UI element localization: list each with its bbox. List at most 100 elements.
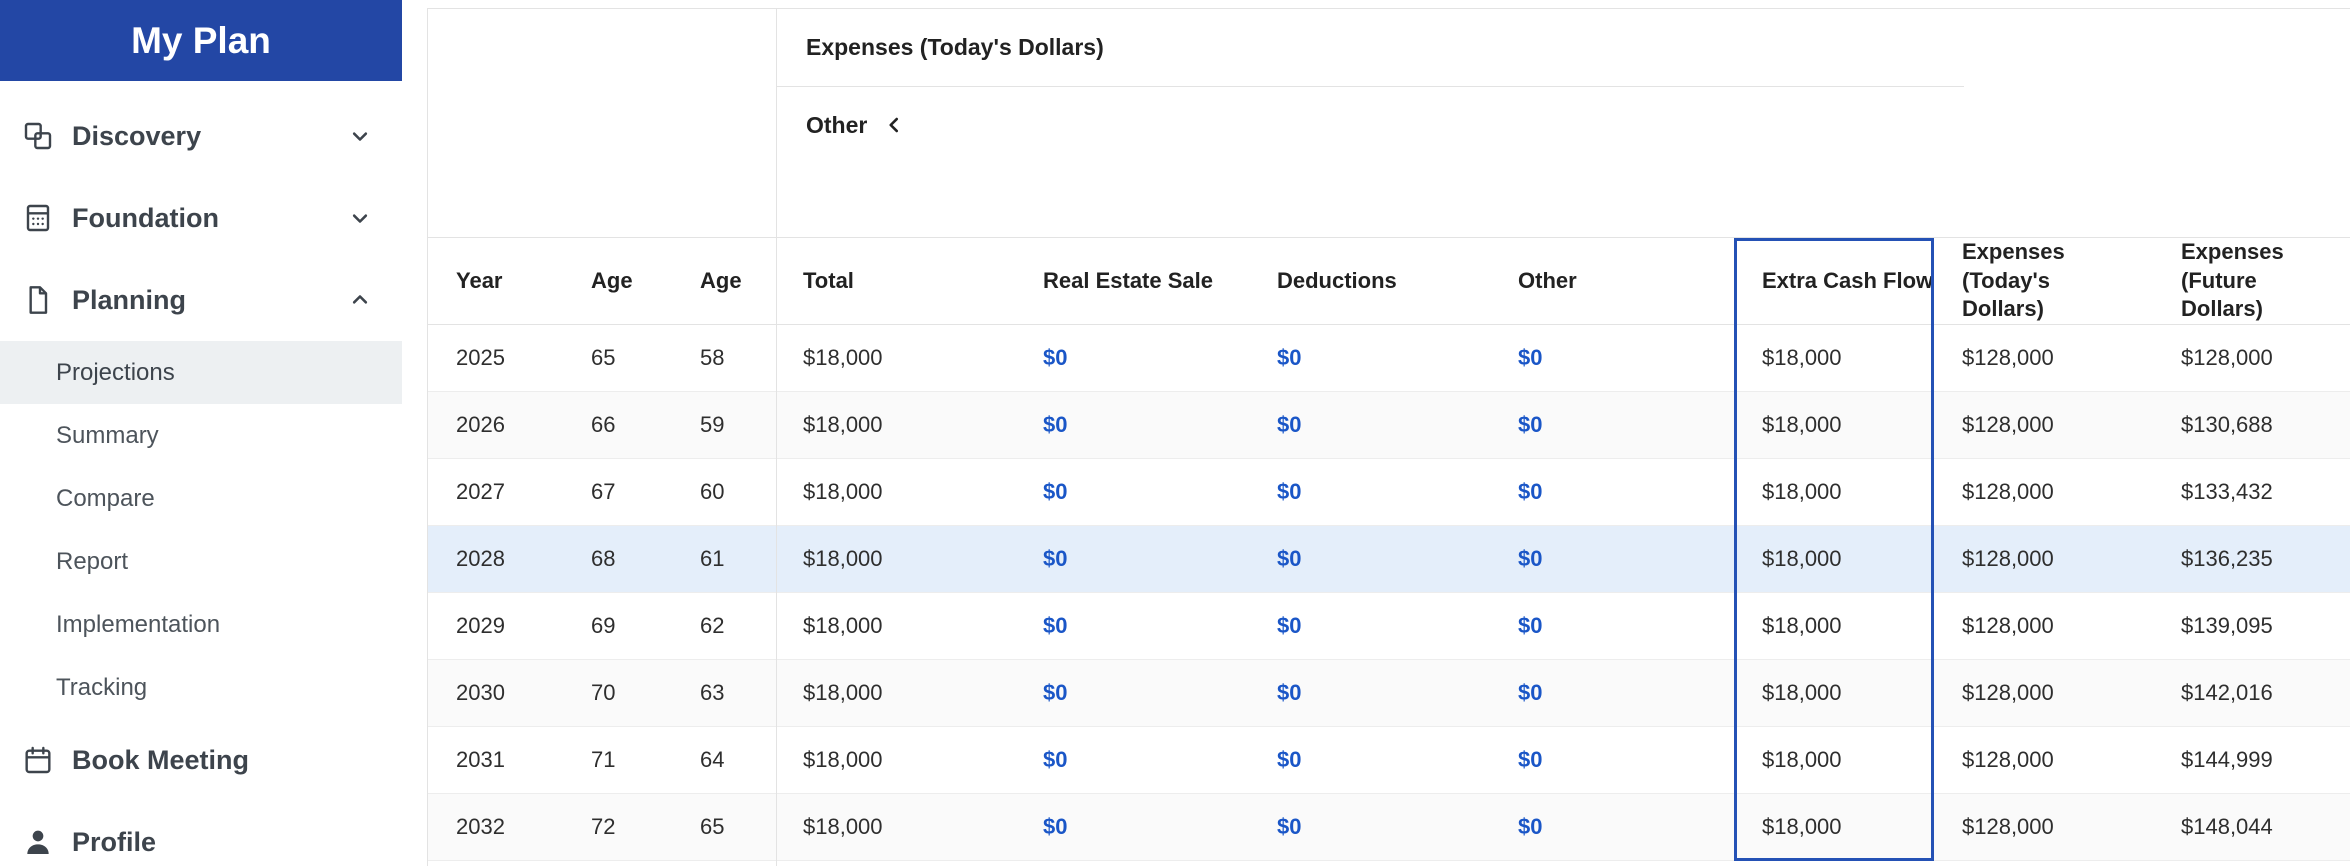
table-cell: 60 xyxy=(700,479,725,504)
table-cell: $18,000 xyxy=(803,412,883,437)
table-cell: $128,000 xyxy=(1962,479,2054,504)
subgroup-header-label: Other xyxy=(806,111,868,138)
column-header-expenses-today-s-dollars[interactable]: Expenses (Today's Dollars) xyxy=(1934,238,2153,324)
column-group-header-area: Expenses (Today's Dollars) Other xyxy=(428,9,2350,238)
sidebar-item-label: Planning xyxy=(72,284,186,315)
sidebar-item-label: Foundation xyxy=(72,202,219,233)
table-cell: $128,000 xyxy=(1962,680,2054,705)
column-header-label: Age xyxy=(700,268,742,293)
column-header-label: Expenses (Future Dollars) xyxy=(2181,239,2284,322)
sidebar-item-book-meeting[interactable]: Book Meeting xyxy=(0,719,402,801)
column-header-extra-cash-flow[interactable]: Extra Cash Flow xyxy=(1734,238,1934,324)
table-cell: $18,000 xyxy=(1762,412,1842,437)
column-header-real-estate-sale[interactable]: Real Estate Sale xyxy=(1015,238,1249,324)
profile-icon xyxy=(27,830,49,854)
cell-link[interactable]: $0 xyxy=(1277,412,1301,438)
table-cell: $130,688 xyxy=(2181,412,2273,437)
group-header-other: Other xyxy=(776,87,907,163)
sidebar-item-profile[interactable]: Profile xyxy=(0,801,402,866)
chevron-down-icon[interactable] xyxy=(346,122,374,150)
cell-link[interactable]: $0 xyxy=(1043,814,1067,840)
cell-link[interactable]: $0 xyxy=(1043,680,1067,706)
table-cell: 65 xyxy=(700,814,725,839)
column-header-age[interactable]: Age xyxy=(563,238,672,324)
sidebar-item-projections[interactable]: Projections xyxy=(0,341,402,404)
column-header-label: Other xyxy=(1518,268,1577,293)
table-cell: $18,000 xyxy=(803,345,883,370)
table-cell: $0 xyxy=(1249,392,1490,458)
table-cell: $0 xyxy=(1015,660,1249,726)
table-cell: $0 xyxy=(1015,392,1249,458)
cell-link[interactable]: $0 xyxy=(1043,345,1067,371)
column-header-age[interactable]: Age xyxy=(672,238,775,324)
table-cell: $0 xyxy=(1015,325,1249,391)
sidebar-item-summary[interactable]: Summary xyxy=(0,404,402,467)
table-row: 2025 65 58 $18,000 $0 $0 $0 $18,000 $128,000 $128… xyxy=(428,325,2350,392)
table-cell: 2031 xyxy=(456,747,505,772)
discovery-icon xyxy=(24,122,52,150)
table-cell: $0 xyxy=(1249,660,1490,726)
cell-link[interactable]: $0 xyxy=(1043,546,1067,572)
column-header-label: Expenses (Today's Dollars) xyxy=(1962,239,2065,322)
sidebar-item-implementation[interactable]: Implementation xyxy=(0,593,402,656)
table-cell: 63 xyxy=(700,680,725,705)
cell-link[interactable]: $0 xyxy=(1277,345,1301,371)
sidebar-item-report[interactable]: Report xyxy=(0,530,402,593)
cell-link[interactable]: $0 xyxy=(1043,747,1067,773)
table-cell: $142,016 xyxy=(2181,680,2273,705)
sidebar-item-label: Book Meeting xyxy=(72,744,250,775)
cell-link[interactable]: $0 xyxy=(1043,613,1067,639)
table-row: 2030 70 63 $18,000 $0 $0 $0 $18,000 $128,000 $142… xyxy=(428,660,2350,727)
cell-link[interactable]: $0 xyxy=(1518,412,1542,438)
table-cell: $0 xyxy=(1015,459,1249,525)
table-cell: $18,000 xyxy=(1762,345,1842,370)
cell-link[interactable]: $0 xyxy=(1277,747,1301,773)
cell-link[interactable]: $0 xyxy=(1277,680,1301,706)
column-header-label: Total xyxy=(803,268,854,293)
cell-link[interactable]: $0 xyxy=(1518,814,1542,840)
column-header-total[interactable]: Total xyxy=(775,238,1015,324)
cell-link[interactable]: $0 xyxy=(1518,613,1542,639)
column-header-year[interactable]: Year xyxy=(428,238,563,324)
cell-link[interactable]: $0 xyxy=(1043,479,1067,505)
table-cell: 71 xyxy=(591,747,616,772)
table-cell: $18,000 xyxy=(1762,546,1842,571)
table-cell: $136,235 xyxy=(2181,546,2273,571)
chevron-left-icon[interactable] xyxy=(881,112,907,138)
cell-link[interactable]: $0 xyxy=(1043,412,1067,438)
table-cell: $0 xyxy=(1490,392,1734,458)
chevron-up-icon[interactable] xyxy=(346,286,374,314)
cell-link[interactable]: $0 xyxy=(1277,814,1301,840)
cell-link[interactable]: $0 xyxy=(1518,546,1542,572)
table-cell: $0 xyxy=(1015,526,1249,592)
sub-item-label: Compare xyxy=(56,484,155,512)
sub-item-label: Implementation xyxy=(56,610,221,638)
table-cell: $128,000 xyxy=(1962,814,2054,839)
sidebar-item-tracking[interactable]: Tracking xyxy=(0,656,402,719)
column-header-deductions[interactable]: Deductions xyxy=(1249,238,1490,324)
sidebar-item-label: Discovery xyxy=(72,120,202,151)
table-cell: $128,000 xyxy=(1962,546,2054,571)
cell-link[interactable]: $0 xyxy=(1277,613,1301,639)
sidebar-item-compare[interactable]: Compare xyxy=(0,467,402,530)
column-header-expenses-future-dollars[interactable]: Expenses (Future Dollars) xyxy=(2153,238,2350,324)
table-cell: $0 xyxy=(1490,325,1734,391)
table-cell: 2027 xyxy=(456,479,505,504)
main-content: Expenses (Today's Dollars) Other Year Age… xyxy=(427,0,2350,866)
sidebar-item-foundation[interactable]: Foundation xyxy=(0,177,402,259)
table-cell: $18,000 xyxy=(1762,680,1842,705)
column-header-label: Age xyxy=(591,268,633,293)
table-cell: 61 xyxy=(700,546,725,571)
table-cell: 65 xyxy=(591,345,616,370)
cell-link[interactable]: $0 xyxy=(1518,680,1542,706)
sidebar-item-discovery[interactable]: Discovery xyxy=(0,95,402,177)
cell-link[interactable]: $0 xyxy=(1277,546,1301,572)
cell-link[interactable]: $0 xyxy=(1518,479,1542,505)
cell-link[interactable]: $0 xyxy=(1277,479,1301,505)
cell-link[interactable]: $0 xyxy=(1518,747,1542,773)
table-cell: $0 xyxy=(1490,794,1734,860)
chevron-down-icon[interactable] xyxy=(346,204,374,232)
column-header-other[interactable]: Other xyxy=(1490,238,1734,324)
sidebar-item-planning[interactable]: Planning xyxy=(0,259,402,341)
cell-link[interactable]: $0 xyxy=(1518,345,1542,371)
